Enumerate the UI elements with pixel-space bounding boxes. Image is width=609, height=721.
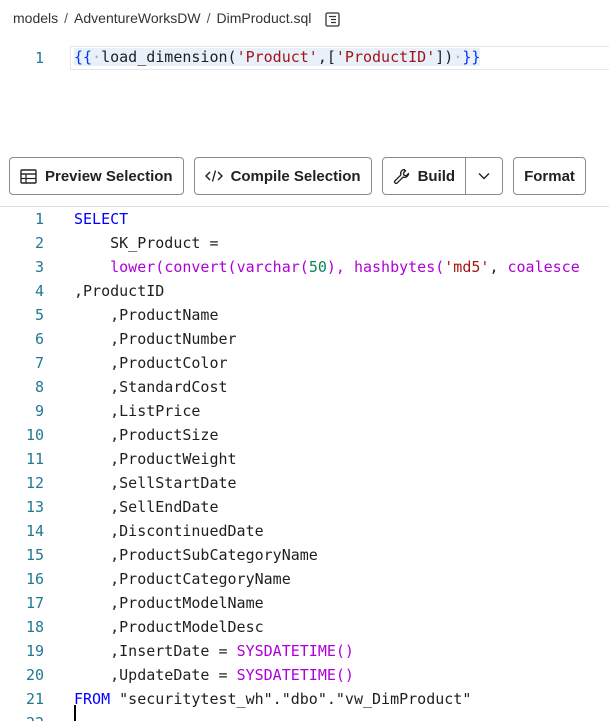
line-number: 18	[25, 618, 44, 636]
breadcrumb-models[interactable]: models	[13, 10, 58, 26]
line-number: 10	[25, 426, 44, 444]
breadcrumb-folder[interactable]: AdventureWorksDW	[74, 10, 201, 26]
code-line[interactable]: 22	[0, 712, 609, 721]
chevron-down-icon	[478, 173, 490, 180]
build-button[interactable]: Build	[383, 158, 466, 194]
keyword: SELECT	[74, 210, 129, 228]
line-number: 22	[0, 714, 44, 721]
line-number: 2	[34, 234, 44, 252]
code-line[interactable]: 12 ,SellStartDate	[0, 472, 609, 496]
code-line[interactable]: 16 ,ProductCategoryName	[0, 568, 609, 592]
line-number: 16	[25, 570, 44, 588]
toolbar: Preview Selection Compile Selection Buil…	[9, 156, 586, 196]
code-line[interactable]: 2 SK_Product =	[0, 232, 609, 256]
preview-selection-label: Preview Selection	[45, 167, 173, 185]
code-text: ,DiscontinuedDate	[74, 522, 264, 540]
sql-editor[interactable]: 1 SELECT 2 SK_Product = 3 lower(convert(…	[0, 208, 609, 721]
compile-selection-button[interactable]: Compile Selection	[193, 157, 372, 195]
function-call: SYSDATETIME()	[236, 666, 354, 684]
code-line[interactable]: 8 ,StandardCost	[0, 376, 609, 400]
line-number: 19	[25, 642, 44, 660]
code-icon	[204, 170, 223, 182]
selection-editor[interactable]: 1 {{·load_dimension('Product',['ProductI…	[0, 46, 609, 70]
code-line[interactable]: 3 lower(convert(varchar(50), hashbytes('…	[0, 256, 609, 280]
code-line[interactable]: 18 ,ProductModelDesc	[0, 616, 609, 640]
code-line[interactable]: 21 FROM "securitytest_wh"."dbo"."vw_DimPr…	[0, 688, 609, 712]
line-number: 8	[34, 378, 44, 396]
code-text: ,ProductModelName	[74, 594, 264, 612]
code-line[interactable]: 14 ,DiscontinuedDate	[0, 520, 609, 544]
code-line[interactable]: 7 ,ProductColor	[0, 352, 609, 376]
table-icon	[20, 168, 37, 184]
build-split-button: Build	[381, 157, 504, 195]
code-text: ,StandardCost	[74, 378, 228, 396]
breadcrumb-separator: /	[64, 10, 69, 26]
breadcrumb-file: DimProduct.sql	[216, 10, 312, 26]
build-label: Build	[417, 167, 456, 185]
code-line[interactable]: 5 ,ProductName	[0, 304, 609, 328]
line-number: 21	[25, 690, 44, 708]
line-number: 1	[34, 210, 44, 228]
code-line[interactable]: 13 ,SellEndDate	[0, 496, 609, 520]
code-text: ,ProductName	[74, 306, 219, 324]
wrench-icon	[393, 168, 409, 184]
compile-selection-label: Compile Selection	[230, 167, 361, 185]
format-button[interactable]: Format	[513, 157, 586, 195]
function-call: SYSDATETIME()	[236, 642, 354, 660]
text-cursor	[74, 705, 76, 721]
code-line[interactable]: 17 ,ProductModelName	[0, 592, 609, 616]
code-text: ,SellStartDate	[74, 474, 237, 492]
code-text: ,ProductNumber	[74, 330, 237, 348]
code-line[interactable]: 20 ,UpdateDate = SYSDATETIME()	[0, 664, 609, 688]
line-number: 6	[34, 330, 44, 348]
line-number: 3	[34, 258, 44, 276]
code-text: ,ProductID	[74, 282, 165, 300]
code-line[interactable]: 9 ,ListPrice	[0, 400, 609, 424]
code-text: ,ListPrice	[74, 402, 201, 420]
preview-selection-button[interactable]: Preview Selection	[9, 157, 184, 195]
build-dropdown-button[interactable]	[465, 158, 502, 194]
line-number: 17	[25, 594, 44, 612]
code-line[interactable]: 10 ,ProductSize	[0, 424, 609, 448]
format-label: Format	[524, 167, 575, 185]
line-number: 5	[34, 306, 44, 324]
code-text: ,ProductColor	[74, 354, 228, 372]
line-number: 4	[34, 282, 44, 300]
code-line[interactable]: 1 SELECT	[0, 208, 609, 232]
code-line[interactable]: 11 ,ProductWeight	[0, 448, 609, 472]
breadcrumb: models / AdventureWorksDW / DimProduct.s…	[13, 10, 341, 27]
line-number: 12	[25, 474, 44, 492]
code-text: ,ProductModelDesc	[74, 618, 264, 636]
code-text: ,ProductSubCategoryName	[74, 546, 318, 564]
line-number: 7	[34, 354, 44, 372]
code-text: ,ProductWeight	[74, 450, 237, 468]
keyword: FROM	[74, 690, 111, 708]
code-line[interactable]: 19 ,InsertDate = SYSDATETIME()	[0, 640, 609, 664]
breadcrumb-separator: /	[206, 10, 211, 26]
outline-icon[interactable]	[325, 11, 341, 27]
code-line[interactable]: 6 ,ProductNumber	[0, 328, 609, 352]
line-number: 13	[25, 498, 44, 516]
code-line[interactable]: 15 ,ProductSubCategoryName	[0, 544, 609, 568]
code-text: SK_Product =	[74, 234, 219, 252]
code-text: ,ProductCategoryName	[74, 570, 291, 588]
line-number: 11	[25, 450, 44, 468]
code-line[interactable]: 4 ,ProductID	[0, 280, 609, 304]
divider	[0, 206, 609, 207]
line-number: 1	[34, 49, 44, 67]
line-number: 9	[34, 402, 44, 420]
line-number: 14	[25, 522, 44, 540]
code-text: ,ProductSize	[74, 426, 219, 444]
line-number: 15	[25, 546, 44, 564]
line-number: 20	[25, 666, 44, 684]
code-text: ,SellEndDate	[74, 498, 219, 516]
code-line[interactable]: {{·load_dimension('Product',['ProductID'…	[74, 48, 481, 66]
